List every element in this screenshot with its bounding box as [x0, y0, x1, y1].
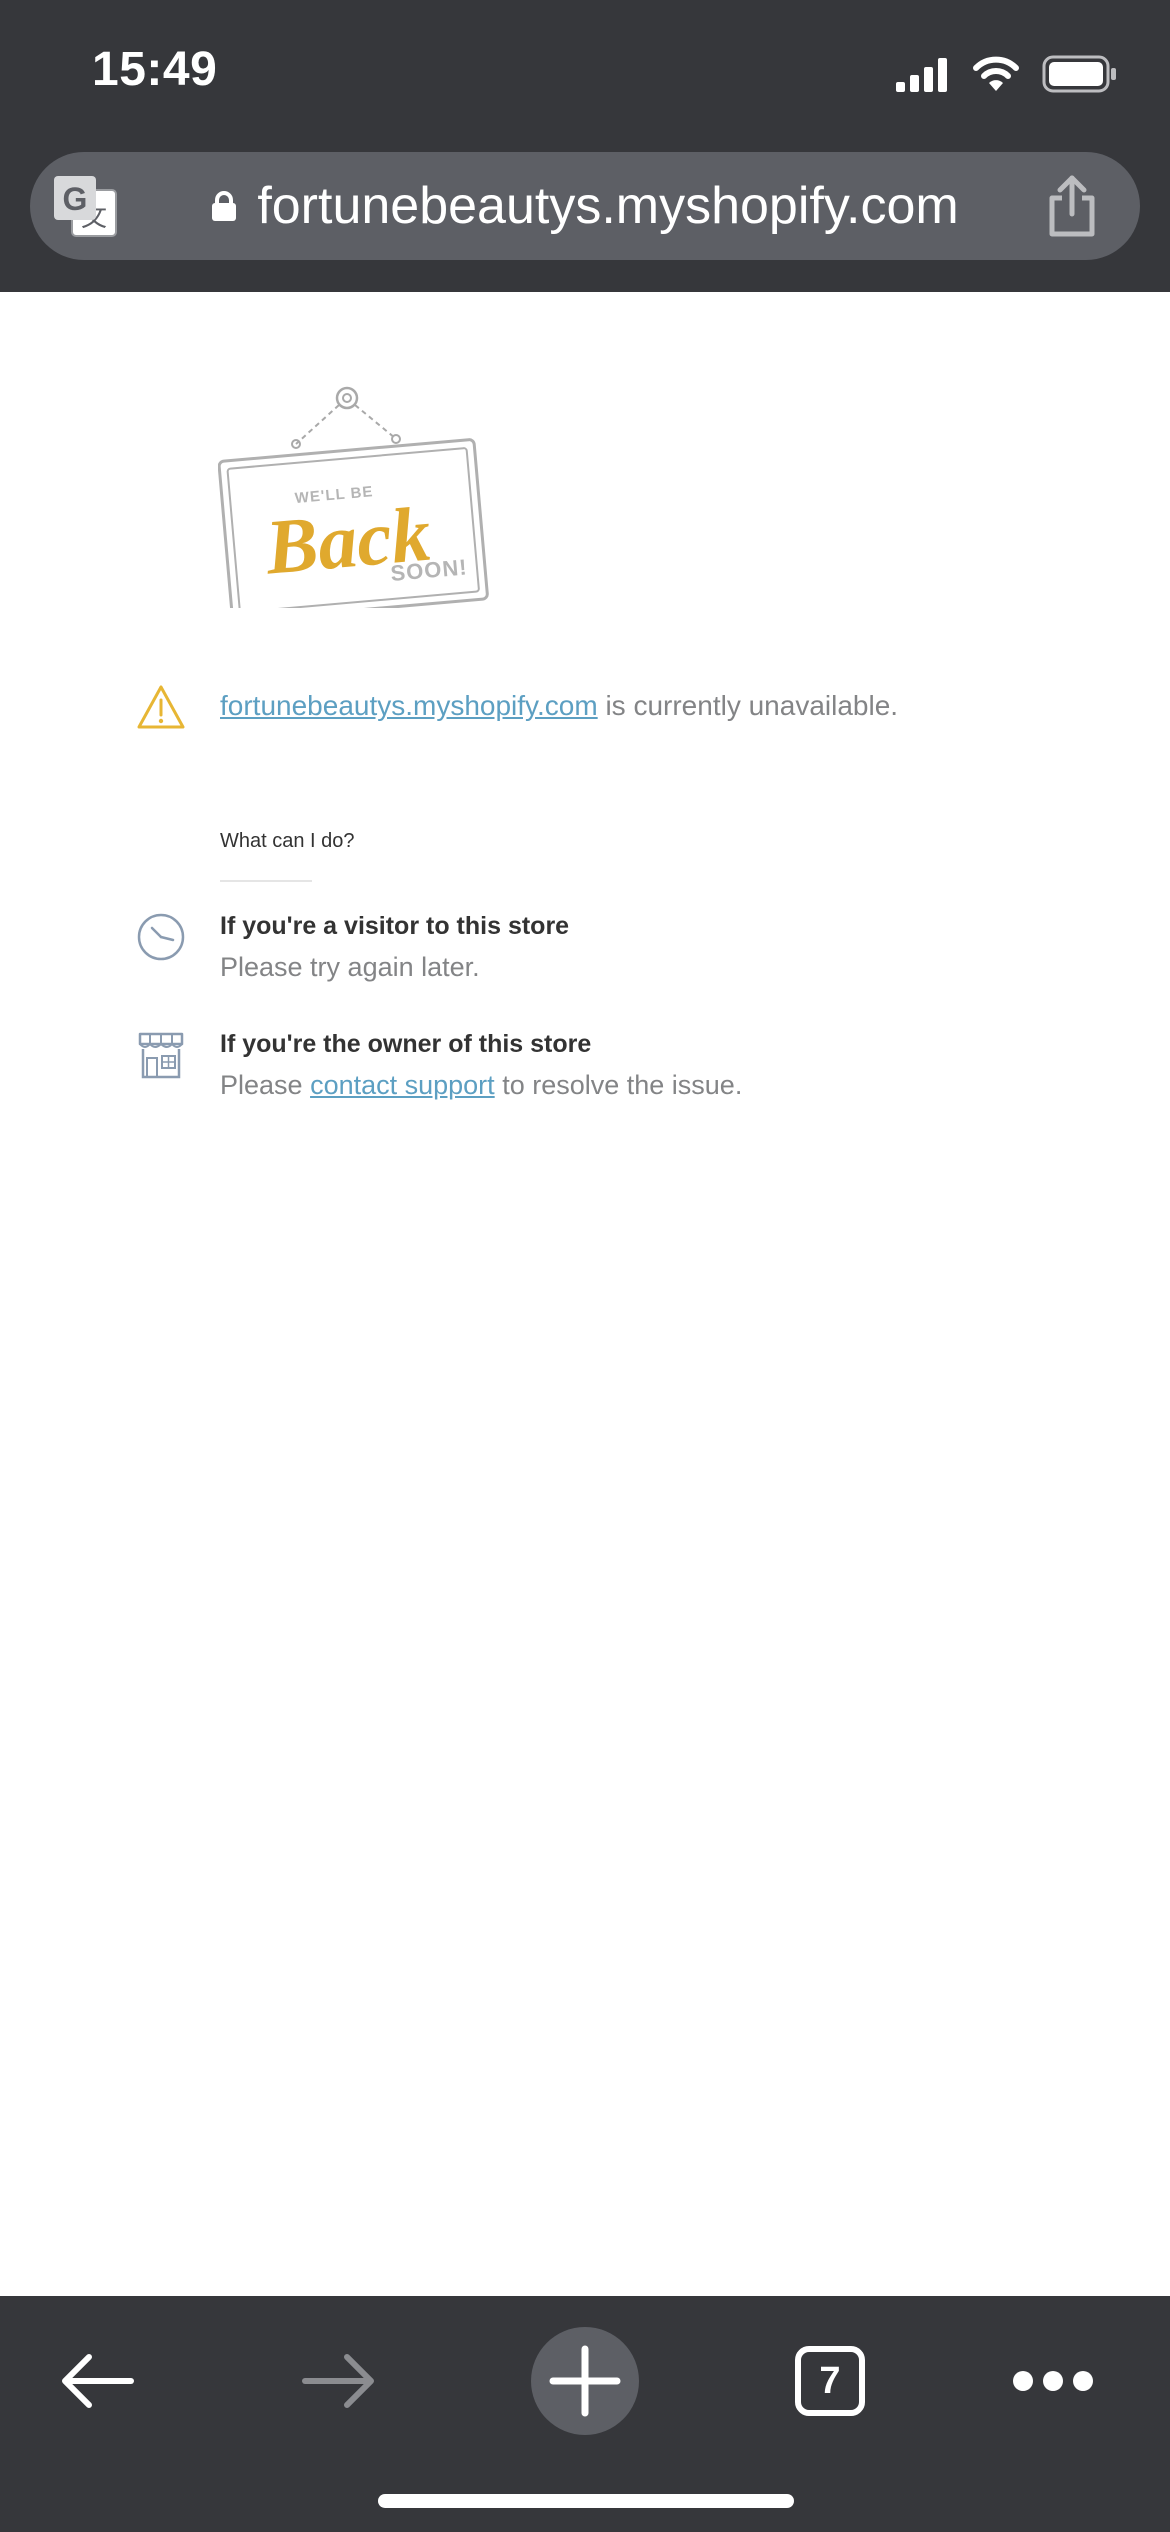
back-arrow-icon	[62, 2354, 134, 2408]
heading-divider	[220, 880, 312, 882]
status-time: 15:49	[92, 43, 218, 96]
page-content: WE'LL BE Back SOON! fortunebeautys.mysho…	[0, 292, 1170, 2296]
tab-count: 7	[795, 2346, 865, 2416]
back-button[interactable]	[42, 2326, 152, 2436]
plus-icon	[549, 2345, 621, 2417]
more-menu-button[interactable]	[998, 2326, 1108, 2436]
browser-bottom-toolbar: 7	[0, 2296, 1170, 2532]
lock-icon	[212, 191, 237, 221]
warning-icon	[137, 685, 185, 729]
back-soon-sign-image: WE'LL BE Back SOON!	[218, 386, 489, 608]
battery-icon	[1042, 55, 1116, 93]
visitor-description: Please try again later.	[220, 952, 480, 982]
clock-icon	[137, 913, 185, 961]
cellular-signal-icon	[896, 58, 947, 92]
owner-desc-prefix: Please	[220, 1070, 311, 1100]
share-button[interactable]	[1042, 174, 1102, 238]
more-icon	[1013, 2371, 1093, 2391]
new-tab-circle	[531, 2327, 639, 2435]
address-bar[interactable]: 文 G fortunebeautys.myshopify.com	[30, 152, 1140, 260]
new-tab-button[interactable]	[530, 2326, 640, 2436]
owner-desc-suffix: to resolve the issue.	[494, 1070, 743, 1100]
owner-title: If you're the owner of this store	[220, 1030, 592, 1058]
tabs-button[interactable]: 7	[775, 2326, 885, 2436]
status-icons	[896, 52, 1118, 96]
visitor-info: If you're a visitor to this store Please…	[136, 912, 1096, 992]
browser-top-bar: 15:49 文 G	[0, 0, 1170, 292]
home-indicator[interactable]	[378, 2494, 794, 2508]
owner-description: Please contact support to resolve the is…	[220, 1070, 742, 1101]
wifi-icon	[973, 56, 1019, 91]
what-can-i-do-heading: What can I do?	[220, 830, 355, 852]
url-text[interactable]: fortunebeautys.myshopify.com	[257, 176, 958, 236]
unavailable-notice: fortunebeautys.myshopify.com is currentl…	[136, 684, 1096, 744]
storefront-icon	[138, 1032, 184, 1079]
notice-text: fortunebeautys.myshopify.com is currentl…	[220, 690, 898, 722]
forward-arrow-icon	[302, 2354, 374, 2408]
contact-support-link[interactable]: contact support	[310, 1070, 495, 1100]
notice-suffix: is currently unavailable.	[597, 690, 899, 721]
owner-info: If you're the owner of this store Please…	[136, 1030, 1096, 1110]
share-icon	[1049, 175, 1095, 237]
visitor-title: If you're a visitor to this store	[220, 912, 570, 940]
forward-button[interactable]	[284, 2326, 394, 2436]
store-link[interactable]: fortunebeautys.myshopify.com	[220, 690, 598, 721]
